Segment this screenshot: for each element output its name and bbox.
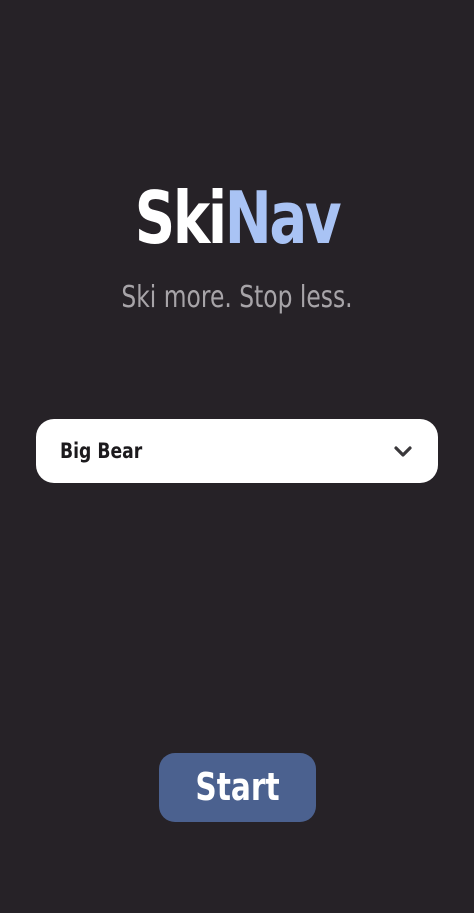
app-screen: SkiNav Ski more. Stop less. Big Bear Sta…	[0, 0, 474, 913]
resort-select-value: Big Bear	[60, 439, 143, 463]
start-button-label: Start	[195, 765, 280, 809]
chevron-down-icon	[394, 446, 412, 457]
app-logo: SkiNav	[52, 168, 422, 268]
tagline: Ski more. Stop less.	[121, 280, 353, 315]
logo-part-nav: Nav	[224, 176, 342, 260]
logo-part-ski: Ski	[134, 176, 227, 260]
start-button[interactable]: Start	[159, 753, 316, 822]
resort-select[interactable]: Big Bear	[36, 419, 438, 483]
